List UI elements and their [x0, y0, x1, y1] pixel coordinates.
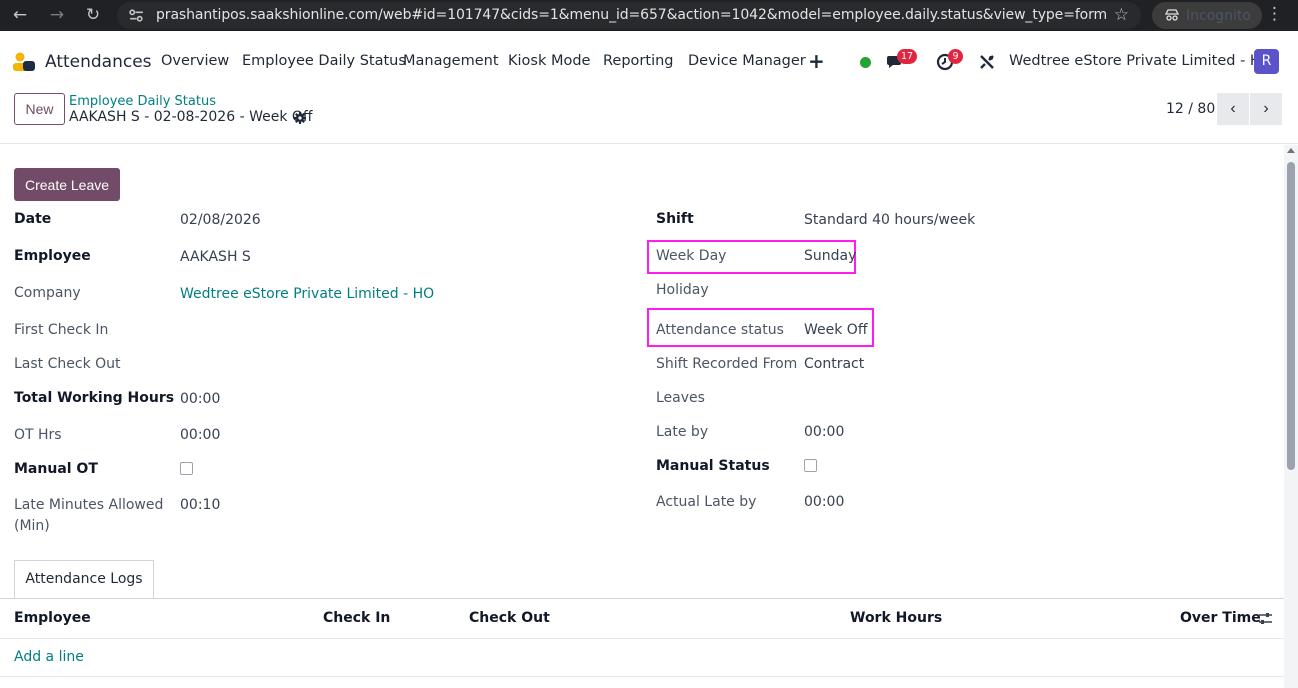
user-avatar[interactable]: R [1254, 49, 1279, 74]
manual-status-checkbox[interactable] [804, 459, 817, 472]
menu-device-manager[interactable]: Device Manager [688, 53, 806, 69]
control-panel: New Employee Daily Status AAKASH S - 02-… [0, 85, 1298, 144]
gear-icon[interactable] [293, 111, 307, 125]
employee-value[interactable]: AAKASH S [180, 249, 251, 265]
debug-tools-icon[interactable] [978, 53, 996, 71]
attendances-app-icon[interactable] [12, 52, 36, 72]
shift-recorded-label: Shift Recorded From [656, 356, 798, 372]
attendance-status-label: Attendance status [656, 322, 784, 338]
site-settings-icon[interactable] [128, 7, 145, 24]
leaves-label: Leaves [656, 390, 705, 406]
first-check-in-label: First Check In [14, 322, 109, 338]
pager-next-button[interactable]: › [1250, 93, 1282, 125]
week-day-value[interactable]: Sunday [804, 248, 856, 264]
total-working-hours-label: Total Working Hours [14, 390, 175, 406]
pager-previous-button[interactable]: ‹ [1217, 93, 1249, 125]
menu-reporting[interactable]: Reporting [603, 53, 674, 69]
scrollbar-thumb[interactable] [1287, 162, 1295, 470]
total-working-hours-value[interactable]: 00:00 [180, 391, 220, 407]
record-title: AAKASH S - 02-08-2026 - Week Off [69, 109, 313, 125]
menu-management[interactable]: Management [403, 53, 499, 69]
column-check-out[interactable]: Check Out [469, 610, 550, 626]
url-text[interactable]: prashantipos.saakshionline.com/web#id=10… [156, 7, 1107, 23]
column-employee[interactable]: Employee [14, 610, 91, 626]
tab-divider [0, 598, 1284, 599]
actual-late-label: Actual Late by [656, 494, 757, 510]
add-line-link[interactable]: Add a line [14, 649, 84, 665]
tab-attendance-logs[interactable]: Attendance Logs [14, 560, 154, 599]
breadcrumb-link[interactable]: Employee Daily Status [69, 94, 216, 109]
browser-chrome: ← → ↻ prashantipos.saakshionline.com/web… [0, 0, 1298, 31]
new-button[interactable]: New [14, 93, 65, 125]
shift-value[interactable]: Standard 40 hours/week [804, 212, 975, 228]
column-work-hours[interactable]: Work Hours [850, 610, 942, 626]
actual-late-value[interactable]: 00:00 [804, 494, 844, 510]
browser-menu-icon[interactable]: ⋮ [1266, 4, 1283, 24]
manual-ot-checkbox[interactable] [180, 462, 193, 475]
late-minutes-label: Late Minutes Allowed [14, 497, 164, 513]
ot-hrs-value[interactable]: 00:00 [180, 427, 220, 443]
shift-label: Shift [656, 211, 694, 227]
scroll-up-icon[interactable] [1287, 148, 1295, 153]
create-leave-button[interactable]: Create Leave [14, 168, 120, 201]
table-header-divider [0, 638, 1284, 639]
late-minutes-value[interactable]: 00:10 [180, 497, 220, 513]
back-icon[interactable]: ← [9, 4, 31, 26]
forward-icon[interactable]: → [46, 4, 68, 26]
date-value[interactable]: 02/08/2026 [180, 212, 261, 228]
app-name[interactable]: Attendances [45, 52, 152, 72]
ot-hrs-label: OT Hrs [14, 427, 62, 443]
form-sheet: Create Leave Date 02/08/2026 Employee AA… [0, 145, 1284, 688]
manual-ot-label: Manual OT [14, 461, 98, 477]
employee-label: Employee [14, 248, 91, 264]
week-day-label: Week Day [656, 248, 727, 264]
app-navbar: Attendances Overview Employee Daily Stat… [0, 31, 1298, 85]
date-label: Date [14, 211, 52, 227]
activity-count-badge: 9 [948, 49, 963, 64]
incognito-indicator[interactable]: Incognito [1152, 2, 1262, 29]
last-check-out-label: Last Check Out [14, 356, 121, 372]
address-bar[interactable]: prashantipos.saakshionline.com/web#id=10… [117, 2, 1141, 29]
holiday-label: Holiday [656, 282, 709, 298]
menu-kiosk-mode[interactable]: Kiosk Mode [508, 53, 590, 69]
company-switcher[interactable]: Wedtree eStore Private Limited - HO [1009, 53, 1272, 69]
shift-recorded-value[interactable]: Contract [804, 356, 864, 372]
column-check-in[interactable]: Check In [323, 610, 390, 626]
company-link[interactable]: Wedtree eStore Private Limited - HO [180, 286, 434, 302]
page-scrollbar[interactable] [1284, 145, 1298, 688]
bookmark-star-icon[interactable]: ☆ [1114, 5, 1129, 25]
table-bottom-divider [0, 676, 1284, 677]
late-by-value[interactable]: 00:00 [804, 424, 844, 440]
plus-icon[interactable]: + [808, 49, 825, 73]
manual-status-label: Manual Status [656, 458, 770, 474]
attendance-status-value[interactable]: Week Off [804, 322, 867, 338]
pager-value[interactable]: 12 / 80 [1166, 101, 1215, 117]
column-over-time[interactable]: Over Time [1180, 610, 1261, 626]
menu-overview[interactable]: Overview [161, 53, 229, 69]
late-minutes-label-unit: (Min) [14, 518, 50, 534]
company-label: Company [14, 285, 81, 301]
online-status-icon [860, 57, 871, 68]
menu-employee-daily-status[interactable]: Employee Daily Status [242, 53, 406, 69]
incognito-icon [1164, 9, 1180, 21]
incognito-label: Incognito [1186, 8, 1251, 24]
late-by-label: Late by [656, 424, 709, 440]
chat-count-badge: 17 [897, 49, 918, 64]
column-options-icon[interactable] [1258, 611, 1273, 626]
reload-icon[interactable]: ↻ [82, 4, 104, 26]
